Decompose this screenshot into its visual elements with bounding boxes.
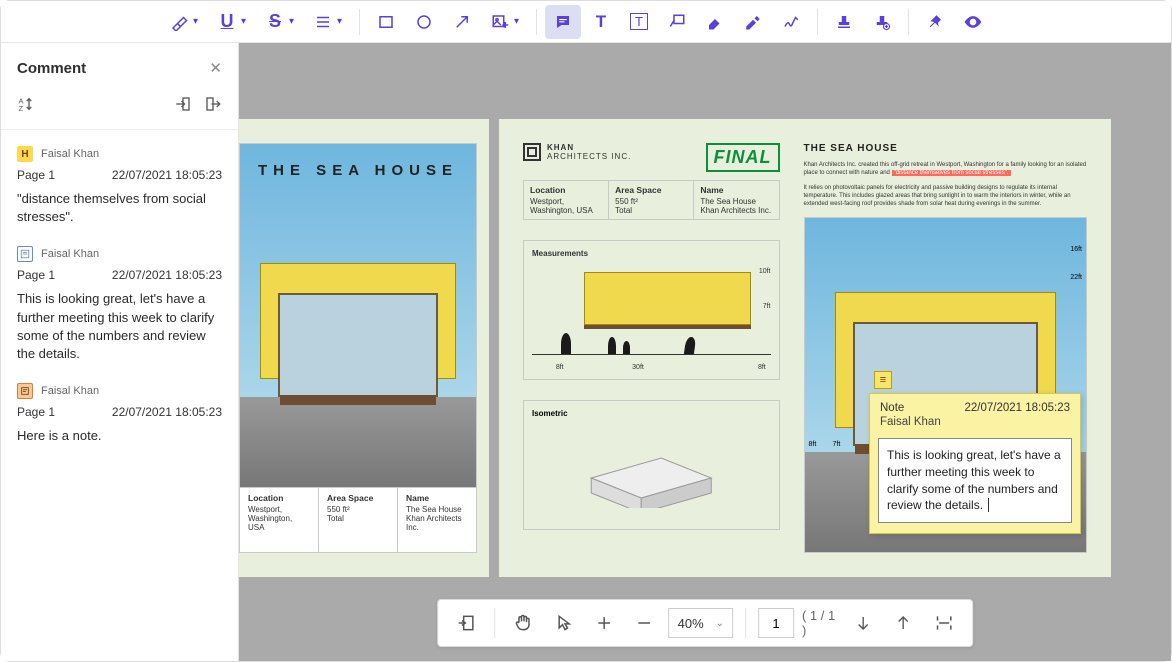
image-dropdown[interactable]: ▾ [514, 16, 528, 27]
view-controls-bar: 40%⌄ ( 1 / 1 ) [437, 599, 973, 647]
comment-sidebar: Comment ✕ AZ H Faisal Khan Page 1 22/07/… [1, 43, 239, 661]
strikeout-tool[interactable]: S [257, 5, 293, 39]
note-annotation-icon[interactable]: ≡ [874, 371, 892, 389]
note-popup[interactable]: Note 22/07/2021 18:05:23 Faisal Khan Thi… [869, 393, 1081, 534]
comment-author: Faisal Khan [41, 385, 99, 397]
svg-text:Z: Z [19, 104, 24, 113]
comment-timestamp: 22/07/2021 18:05:23 [112, 268, 222, 282]
prev-page-icon[interactable] [887, 605, 919, 641]
comment-page: Page 1 [17, 168, 55, 182]
image-tool[interactable] [482, 5, 518, 39]
doc-right-title: THE SEA HOUSE [804, 143, 1088, 154]
page-count: ( 1 / 1 ) [802, 608, 839, 638]
arrow-tool[interactable] [444, 5, 480, 39]
list-tool[interactable] [305, 5, 341, 39]
rectangle-tool[interactable] [368, 5, 404, 39]
underline-dropdown[interactable]: ▾ [241, 16, 255, 27]
note-body-input[interactable]: This is looking great, let's have a furt… [878, 438, 1072, 523]
zoom-in-icon[interactable] [588, 605, 620, 641]
doc-right-text: Khan Architects Inc. created this off-gr… [804, 162, 1088, 209]
export-icon[interactable] [202, 93, 224, 115]
ink-tool[interactable] [735, 5, 771, 39]
isometric-panel: Isometric [523, 400, 780, 530]
pin-tool[interactable] [917, 5, 953, 39]
comment-list: H Faisal Khan Page 1 22/07/2021 18:05:23… [1, 130, 238, 469]
callout-tool[interactable] [659, 5, 695, 39]
note-comment-icon [17, 246, 33, 262]
comment-author: Faisal Khan [41, 148, 99, 160]
zoom-out-icon[interactable] [628, 605, 660, 641]
ellipse-tool[interactable] [406, 5, 442, 39]
sort-icon[interactable]: AZ [15, 93, 37, 115]
comment-item[interactable]: Faisal Khan Page 1 22/07/2021 18:05:23 H… [17, 377, 222, 459]
visibility-tool[interactable] [955, 5, 991, 39]
highlight-icon: H [17, 146, 33, 162]
signature-tool[interactable] [773, 5, 809, 39]
comment-timestamp: 22/07/2021 18:05:23 [112, 405, 222, 419]
measurements-panel: Measurements 8ft 30ft 8ft 10ft 7ft [523, 240, 780, 380]
document-viewer[interactable]: THE SEA HOUSE LocationWestport,Washingto… [239, 43, 1171, 661]
eraser-tool[interactable] [697, 5, 733, 39]
strikeout-dropdown[interactable]: ▾ [289, 16, 303, 27]
select-tool-icon[interactable] [548, 605, 580, 641]
next-page-icon[interactable] [847, 605, 879, 641]
note-timestamp: 22/07/2021 18:05:23 [964, 402, 1070, 414]
comment-item[interactable]: H Faisal Khan Page 1 22/07/2021 18:05:23… [17, 140, 222, 240]
stamp-tool[interactable] [826, 5, 862, 39]
close-icon[interactable]: ✕ [209, 59, 222, 77]
pan-tool-icon[interactable] [507, 605, 539, 641]
highlighter-dropdown[interactable]: ▾ [193, 16, 207, 27]
comment-body: Here is a note. [17, 427, 222, 445]
sidebar-title: Comment [17, 60, 86, 77]
note-author: Faisal Khan [870, 416, 1080, 434]
logo: KHANARCHITECTS INC. [523, 143, 631, 161]
text-tool[interactable]: T [583, 5, 619, 39]
comment-tool[interactable] [545, 5, 581, 39]
final-stamp: FINAL [706, 143, 780, 172]
note-header-label: Note [880, 402, 904, 414]
comment-timestamp: 22/07/2021 18:05:23 [112, 168, 222, 182]
import-icon[interactable] [172, 93, 194, 115]
doc-hero-title: THE SEA HOUSE [240, 144, 476, 179]
comment-item[interactable]: Faisal Khan Page 1 22/07/2021 18:05:23 T… [17, 240, 222, 377]
list-dropdown[interactable]: ▾ [337, 16, 351, 27]
page-input[interactable] [758, 608, 794, 638]
sticky-comment-icon [17, 383, 33, 399]
comment-body: "distance themselves from social stresse… [17, 190, 222, 226]
fit-width-icon[interactable] [928, 605, 960, 641]
underline-tool[interactable]: U [209, 5, 245, 39]
stamp-add-tool[interactable] [864, 5, 900, 39]
highlighter-tool[interactable] [161, 5, 197, 39]
annotation-toolbar: ▾ U ▾ S ▾ ▾ ▾ T T [1, 1, 1171, 43]
textbox-tool[interactable]: T [621, 5, 657, 39]
comment-author: Faisal Khan [41, 248, 99, 260]
comment-body: This is looking great, let's have a furt… [17, 290, 222, 363]
comment-page: Page 1 [17, 405, 55, 419]
toggle-sidebar-icon[interactable] [450, 605, 482, 641]
zoom-select[interactable]: 40%⌄ [669, 608, 733, 638]
comment-page: Page 1 [17, 268, 55, 282]
